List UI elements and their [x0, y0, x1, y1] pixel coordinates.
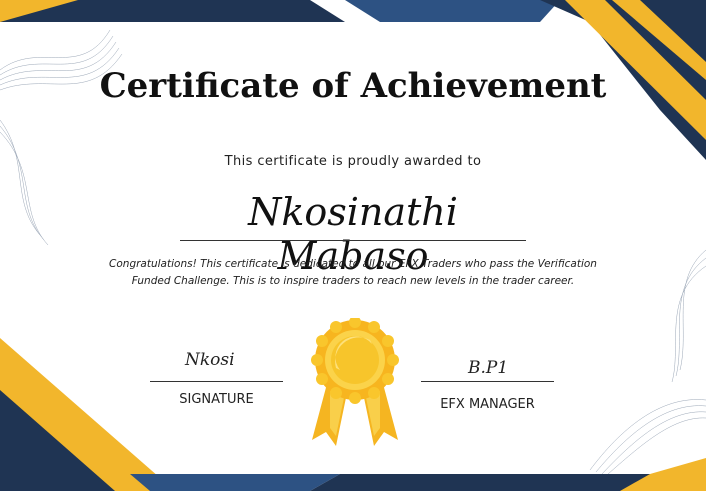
signature-label: SIGNATURE — [179, 392, 254, 407]
recipient-underline — [180, 240, 526, 241]
bottom-blue-band — [130, 474, 340, 491]
left-signature-line — [150, 381, 283, 382]
certificate-subtitle: This certificate is proudly awarded to — [224, 154, 482, 169]
right-signature-line — [421, 381, 554, 382]
left-signature: Nkosi — [185, 350, 235, 370]
top-blue-band — [345, 0, 560, 22]
certificate-message: Congratulations! This certificate is ded… — [109, 258, 597, 287]
award-ribbon-icon — [311, 318, 399, 446]
certificate-title: Certificate of Achievement — [99, 66, 607, 106]
manager-label: EFX MANAGER — [440, 397, 535, 412]
right-signature: B.P1 — [468, 358, 509, 378]
